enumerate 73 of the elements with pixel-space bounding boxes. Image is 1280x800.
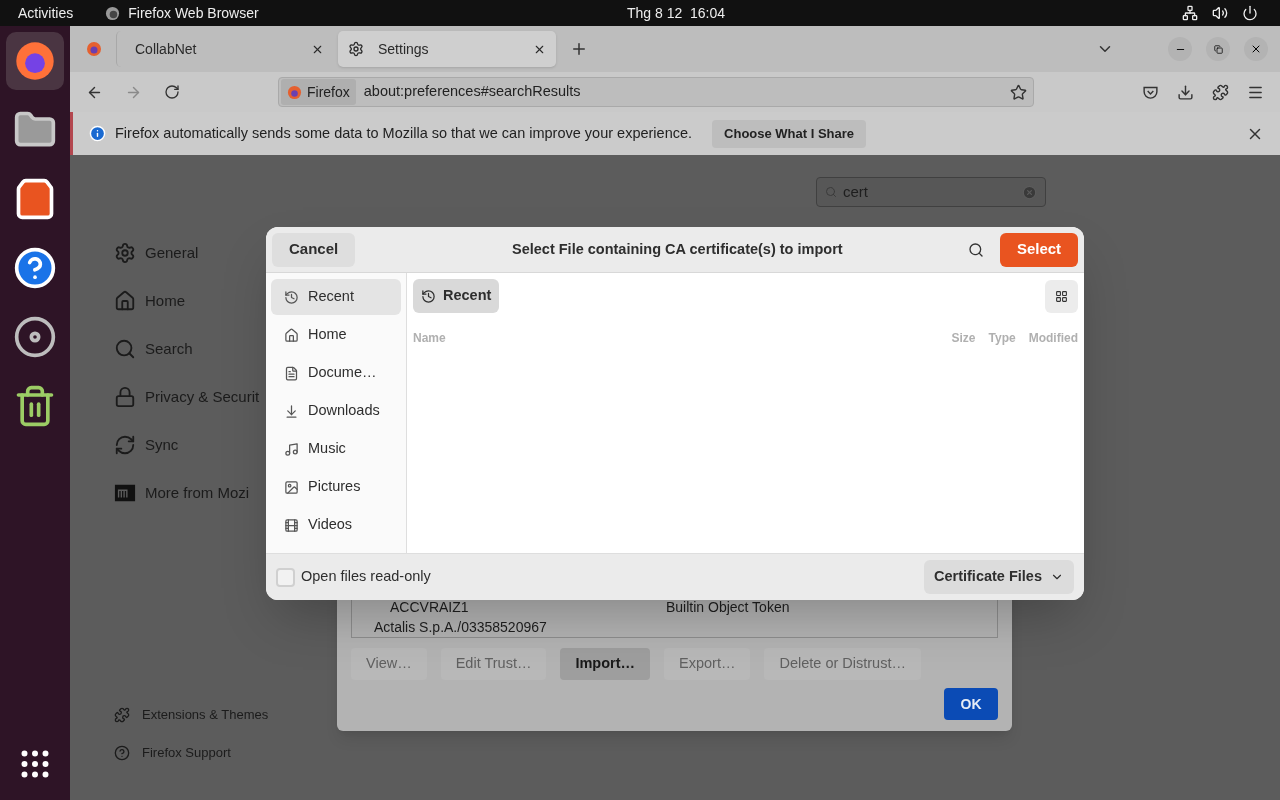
dialog-title: Select File containing CA certificate(s) to import [512,239,843,259]
search-icon[interactable] [968,241,984,258]
tab-title: Settings [377,39,430,59]
volume-icon[interactable] [1212,5,1228,21]
file-filter-dropdown[interactable]: Certificate Files [924,560,1074,594]
app-icon [13,39,57,83]
history-icon [421,288,436,304]
notification-text: Firefox automatically sends some data to Mozilla so that we can improve your experience. [115,123,693,143]
identity-button[interactable]: Firefox [281,79,356,105]
path-button[interactable]: Recent [413,279,500,313]
token-name: Builtin Object Token [666,597,790,617]
place-icon [284,327,299,343]
choose-what-i-share-button[interactable]: Choose What I Share [712,119,867,148]
search-text: cert [843,181,868,202]
app-name[interactable]: Firefox Web Browser [128,2,259,24]
place-icon [284,479,299,495]
info-icon [89,125,106,142]
address-bar[interactable]: Firefox about:preferences#searchResults [278,77,1034,107]
grid-view-button[interactable] [1045,279,1078,313]
app-icon [13,246,57,290]
app-icon [105,5,121,21]
place-icon [284,289,299,305]
browser-tab[interactable]: Settings [338,31,556,67]
read-only-checkbox[interactable] [276,567,295,587]
checkbox-label: Open files read-only [301,567,431,587]
cancel-button[interactable]: Cancel [272,232,356,267]
certificate-action-button[interactable]: Import… [560,648,651,680]
ok-button[interactable]: OK [944,688,998,720]
url-text: about:preferences#searchResults [363,82,581,102]
clock[interactable]: Thg 8 12 16:04 [627,2,726,24]
network-icon[interactable] [1182,5,1198,21]
reload-icon[interactable] [164,84,180,100]
close-icon [1250,43,1262,55]
place-item[interactable]: Pictures [271,469,401,505]
place-item[interactable]: Docume… [271,355,401,391]
place-item[interactable]: Recent [271,279,401,315]
nav-icon [114,242,136,264]
place-item[interactable]: Music [271,431,401,467]
tab-title: CollabNet [134,39,198,59]
nav-icon [114,338,136,360]
place-icon [284,441,299,457]
app-icon [13,315,57,359]
place-icon [284,517,299,533]
extensions-icon[interactable] [1212,83,1229,101]
maximize-button[interactable] [1206,37,1230,61]
nav-icon [114,482,136,504]
close-window-button[interactable] [1244,37,1268,61]
restore-icon [1213,44,1223,54]
search-icon [825,186,837,198]
place-item[interactable]: Videos [271,507,401,543]
browser-logo-icon [86,41,102,57]
bookmark-star-icon[interactable] [1010,83,1027,101]
dock-item[interactable] [6,32,64,90]
settings-icon [348,41,364,57]
place-item[interactable]: Downloads [271,393,401,429]
activities-button[interactable]: Activities [18,2,74,24]
nav-icon [114,386,136,408]
select-button[interactable]: Select [1000,232,1078,267]
help-icon [114,745,130,761]
puzzle-icon [114,707,130,723]
place-icon [284,403,299,419]
place-icon [284,365,299,381]
certificate-name[interactable]: ACCVRAIZ1 [352,596,666,618]
browser-tab[interactable]: CollabNet [116,31,334,67]
place-item[interactable]: Home [271,317,401,353]
grid-icon [1055,289,1068,303]
certificate-name[interactable]: Actalis S.p.A./03358520967 [352,616,666,638]
power-icon[interactable] [1242,5,1258,21]
nav-icon [114,290,136,312]
browser-logo-icon [287,84,302,100]
downloads-icon[interactable] [1177,83,1194,101]
new-tab-icon[interactable] [570,40,588,58]
nav-icon [114,434,136,456]
